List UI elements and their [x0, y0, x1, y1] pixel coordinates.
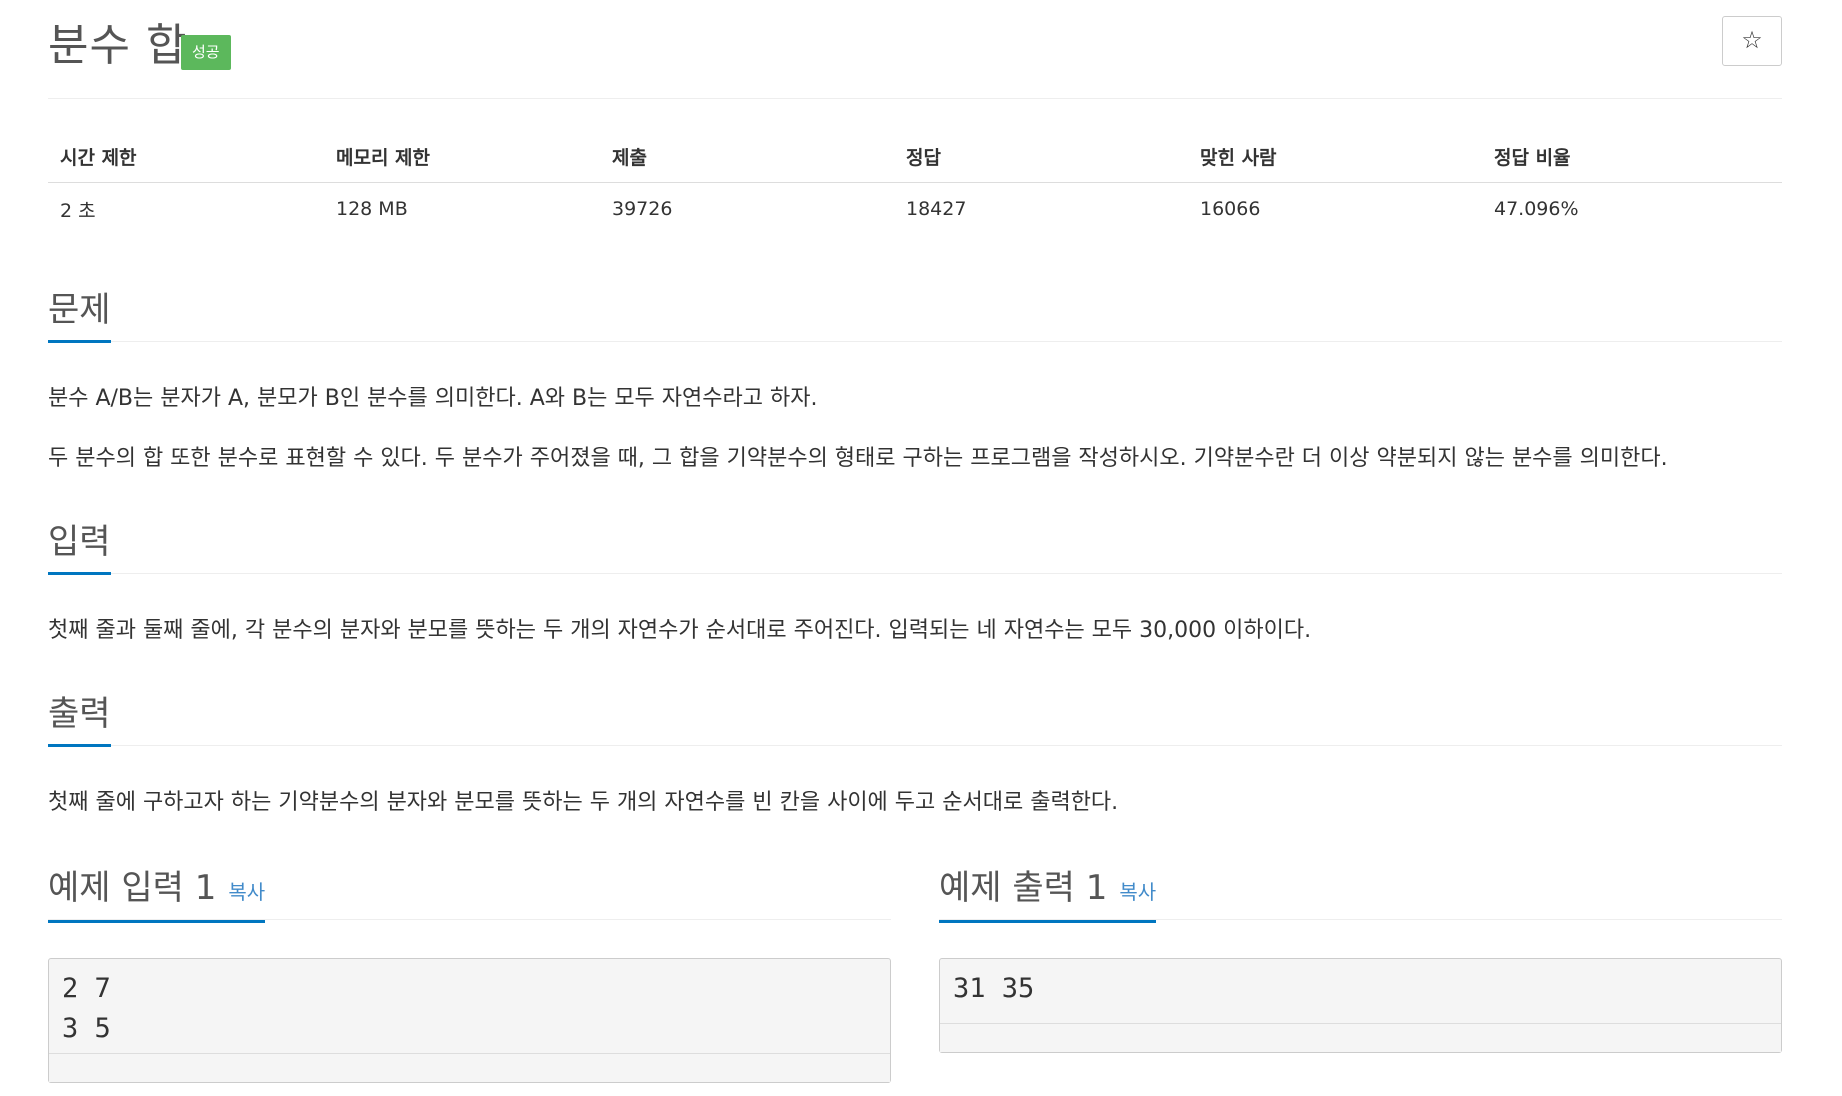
info-time-limit: 2 초 — [60, 199, 96, 222]
sample-output-title: 예제 출력 1 — [939, 868, 1108, 908]
sample-input-box[interactable]: 2 7 3 5 — [48, 958, 891, 1083]
sample-input-copy-link[interactable]: 복사 — [228, 880, 265, 904]
sample-output-footer — [940, 1023, 1781, 1052]
output-section-header: 출력 — [48, 690, 1782, 747]
status-badge: 성공 — [181, 35, 231, 70]
input-section-header: 입력 — [48, 518, 1782, 575]
info-header-memory-limit: 메모리 제한 — [324, 130, 600, 183]
sample-output-copy-link[interactable]: 복사 — [1119, 880, 1156, 904]
info-header-submissions: 제출 — [600, 130, 894, 183]
info-solvers: 16066 — [1200, 198, 1261, 220]
problem-section: 문제 분수 A/B는 분자가 A, 분모가 B인 분수를 의미한다. A와 B는… — [48, 286, 1782, 471]
sample-output-box[interactable]: 31 35 — [939, 958, 1782, 1053]
output-description: 첫째 줄에 구하고자 하는 기약분수의 분자와 분모를 뜻하는 두 개의 자연수… — [48, 790, 1119, 815]
info-submissions: 39726 — [612, 198, 673, 220]
sample-output-heading: 예제 출력 1 복사 — [939, 866, 1157, 923]
sample-output-section: 예제 출력 1 복사 31 35 — [939, 866, 1782, 1053]
page-title: 분수 합 — [48, 20, 188, 71]
sample-output-header: 예제 출력 1 복사 — [939, 866, 1782, 923]
sample-input-title: 예제 입력 1 — [48, 868, 217, 908]
sample-input-footer — [49, 1053, 890, 1082]
problem-section-header: 문제 — [48, 286, 1782, 343]
sample-input-line: 2 7 — [62, 973, 111, 1004]
info-header-solvers: 맞힌 사람 — [1188, 130, 1482, 183]
title-row: 분수 합 성공 ☆ — [48, 14, 1782, 99]
input-description: 첫째 줄과 둘째 줄에, 각 분수의 분자와 분모를 뜻하는 두 개의 자연수가… — [48, 618, 1312, 643]
problem-paragraph-2: 두 분수의 합 또한 분수로 표현할 수 있다. 두 분수가 주어졌을 때, 그… — [48, 446, 1668, 471]
sample-output-line: 31 35 — [953, 973, 1035, 1004]
info-accepted: 18427 — [906, 198, 967, 220]
info-header-ratio: 정답 비율 — [1482, 130, 1782, 183]
sample-input-line: 3 5 — [62, 1013, 111, 1044]
problem-heading: 문제 — [48, 288, 111, 343]
sample-input-section: 예제 입력 1 복사 2 7 3 5 — [48, 866, 891, 1083]
problem-info-table: 시간 제한 메모리 제한 제출 정답 맞힌 사람 정답 비율 2 초 128 M… — [48, 130, 1782, 235]
info-header-accepted: 정답 — [894, 130, 1188, 183]
problem-page: 분수 합 성공 ☆ 시간 제한 메모리 제한 제출 정답 맞힌 사람 정답 비율 — [0, 0, 1842, 1096]
sample-input-header: 예제 입력 1 복사 — [48, 866, 891, 923]
info-memory-limit: 128 MB — [336, 198, 408, 220]
info-value-row: 2 초 128 MB 39726 18427 16066 47.096% — [48, 183, 1782, 236]
favorite-button[interactable]: ☆ — [1722, 16, 1782, 66]
problem-paragraph-1: 분수 A/B는 분자가 A, 분모가 B인 분수를 의미한다. A와 B는 모두… — [48, 386, 818, 411]
sample-input-heading: 예제 입력 1 복사 — [48, 866, 266, 923]
star-icon: ☆ — [1741, 26, 1763, 54]
info-header-row: 시간 제한 메모리 제한 제출 정답 맞힌 사람 정답 비율 — [48, 130, 1782, 183]
info-header-time-limit: 시간 제한 — [48, 130, 324, 183]
input-heading: 입력 — [48, 520, 111, 575]
input-section: 입력 첫째 줄과 둘째 줄에, 각 분수의 분자와 분모를 뜻하는 두 개의 자… — [48, 518, 1782, 643]
output-section: 출력 첫째 줄에 구하고자 하는 기약분수의 분자와 분모를 뜻하는 두 개의 … — [48, 690, 1782, 815]
info-ratio: 47.096% — [1494, 198, 1579, 220]
output-heading: 출력 — [48, 692, 111, 747]
